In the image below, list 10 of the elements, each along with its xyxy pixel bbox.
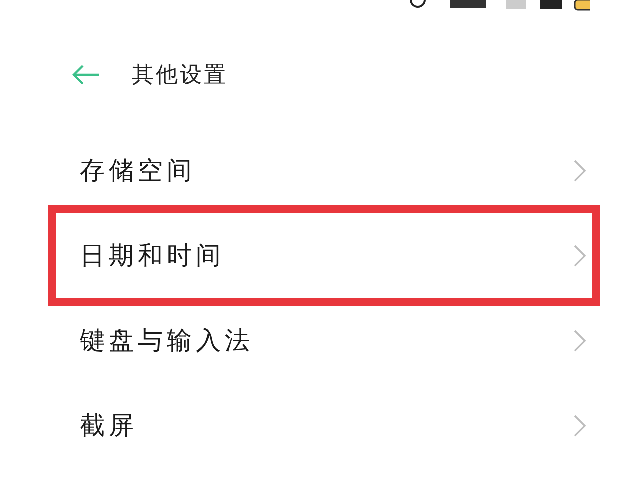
settings-item[interactable]: 键盘与输入法 (56, 298, 592, 383)
settings-item[interactable]: 存储空间 (56, 128, 592, 213)
back-arrow-icon[interactable] (72, 65, 100, 85)
chevron-icon (574, 414, 586, 436)
page-title: 其他设置 (132, 62, 228, 90)
settings-item[interactable]: 截屏 (56, 383, 592, 468)
chevron-icon (574, 160, 586, 182)
settings-item[interactable]: 日期和时间 (56, 213, 592, 298)
chevron-icon (574, 330, 586, 352)
chevron-icon (574, 244, 586, 266)
